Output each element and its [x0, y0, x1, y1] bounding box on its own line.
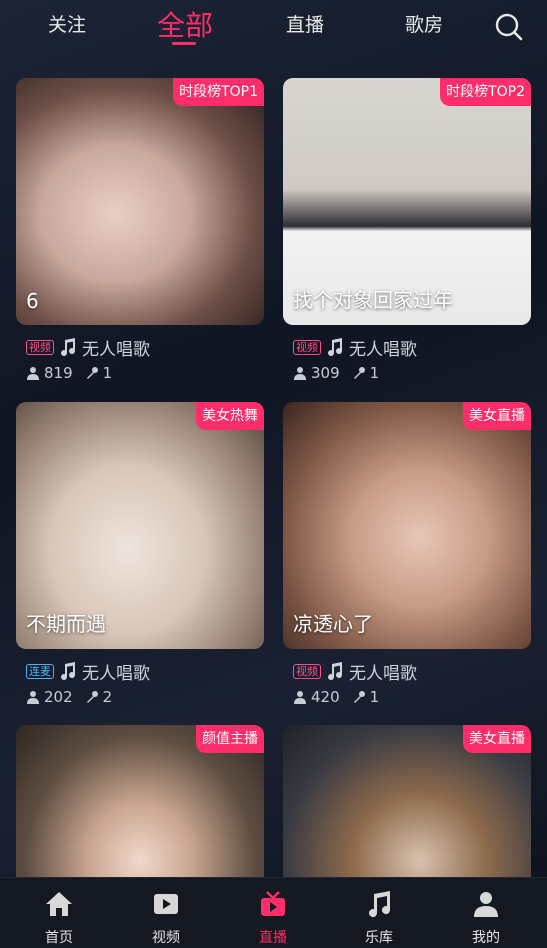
mic-count: 1 — [369, 688, 380, 706]
bottom-nav: 首页 视频 直播 乐库 我的 — [0, 877, 547, 948]
music-note-icon — [328, 338, 343, 357]
co-host-tag: 连麦 — [26, 663, 54, 679]
song-name: 无人唱歌 — [349, 339, 417, 360]
category-badge: 美女直播 — [463, 402, 531, 430]
live-room-card[interactable]: 美女直播 凉透心了 视频 无人唱歌 420 1 — [283, 402, 531, 706]
music-note-icon — [61, 662, 76, 681]
song-name: 无人唱歌 — [349, 663, 417, 684]
tab-karaoke-room[interactable]: 歌房 — [405, 10, 443, 37]
user-count-icon — [294, 691, 306, 704]
listener-count: 420 — [311, 688, 340, 706]
live-room-card[interactable]: 时段榜TOP1 6 视频 无人唱歌 819 1 — [16, 78, 264, 382]
live-room-card[interactable]: 美女热舞 不期而遇 连麦 无人唱歌 202 2 — [16, 402, 264, 706]
user-count-icon — [27, 367, 39, 380]
home-icon — [46, 892, 72, 916]
user-count-icon — [27, 691, 39, 704]
room-title: 找个对象回家过年 — [293, 288, 453, 312]
room-cover[interactable]: 时段榜TOP1 6 — [16, 78, 264, 325]
mic-icon — [86, 691, 98, 703]
live-room-card[interactable]: 时段榜TOP2 找个对象回家过年 视频 无人唱歌 309 1 — [283, 78, 531, 382]
search-icon[interactable] — [494, 12, 524, 42]
room-stats: 309 1 — [293, 363, 379, 383]
user-count-icon — [294, 367, 306, 380]
song-name: 无人唱歌 — [82, 339, 150, 360]
room-stats: 420 1 — [293, 687, 379, 707]
mic-icon — [86, 367, 98, 379]
room-title: 6 — [26, 289, 39, 313]
category-badge: 美女热舞 — [196, 402, 264, 430]
listener-count: 819 — [44, 364, 73, 382]
mic-count: 2 — [102, 688, 113, 706]
mic-icon — [353, 367, 365, 379]
video-tag: 视频 — [293, 339, 321, 355]
video-tag: 视频 — [293, 663, 321, 679]
nav-label: 首页 — [45, 930, 73, 946]
nav-live[interactable]: 直播 — [233, 878, 313, 948]
nav-video[interactable]: 视频 — [126, 878, 206, 948]
top-tab-bar: 关注 全部 直播 歌房 — [0, 0, 547, 60]
category-badge: 颜值主播 — [196, 725, 264, 753]
room-title: 凉透心了 — [293, 612, 373, 636]
mic-count: 1 — [369, 364, 380, 382]
music-note-icon — [328, 662, 343, 681]
listener-count: 202 — [44, 688, 73, 706]
active-tab-indicator — [172, 42, 196, 45]
listener-count: 309 — [311, 364, 340, 382]
rank-badge: 时段榜TOP2 — [440, 78, 531, 106]
mic-icon — [353, 691, 365, 703]
user-icon — [474, 892, 498, 917]
room-stats: 202 2 — [26, 687, 112, 707]
room-cover[interactable]: 美女热舞 不期而遇 — [16, 402, 264, 649]
nav-label: 我的 — [472, 930, 500, 946]
nav-music-library[interactable]: 乐库 — [339, 878, 419, 948]
rank-badge: 时段榜TOP1 — [173, 78, 264, 106]
nav-profile[interactable]: 我的 — [446, 878, 526, 948]
tab-live[interactable]: 直播 — [286, 10, 324, 37]
song-name: 无人唱歌 — [82, 663, 150, 684]
video-icon — [154, 894, 178, 914]
room-cover[interactable]: 时段榜TOP2 找个对象回家过年 — [283, 78, 531, 325]
room-info: 视频 无人唱歌 — [293, 660, 417, 684]
nav-label: 直播 — [259, 930, 287, 946]
mic-count: 1 — [102, 364, 113, 382]
room-title: 不期而遇 — [26, 612, 106, 636]
nav-label: 乐库 — [365, 930, 393, 946]
room-info: 视频 无人唱歌 — [293, 336, 417, 360]
room-info: 视频 无人唱歌 — [26, 336, 150, 360]
nav-label: 视频 — [152, 930, 180, 946]
music-icon — [369, 891, 391, 918]
room-cover[interactable]: 美女直播 凉透心了 — [283, 402, 531, 649]
room-info: 连麦 无人唱歌 — [26, 660, 150, 684]
tab-all[interactable]: 全部 — [157, 4, 213, 44]
category-badge: 美女直播 — [463, 725, 531, 753]
room-stats: 819 1 — [26, 363, 112, 383]
video-tag: 视频 — [26, 339, 54, 355]
live-icon — [261, 891, 285, 916]
nav-home[interactable]: 首页 — [19, 878, 99, 948]
music-note-icon — [61, 338, 76, 357]
tab-follow[interactable]: 关注 — [48, 10, 86, 37]
